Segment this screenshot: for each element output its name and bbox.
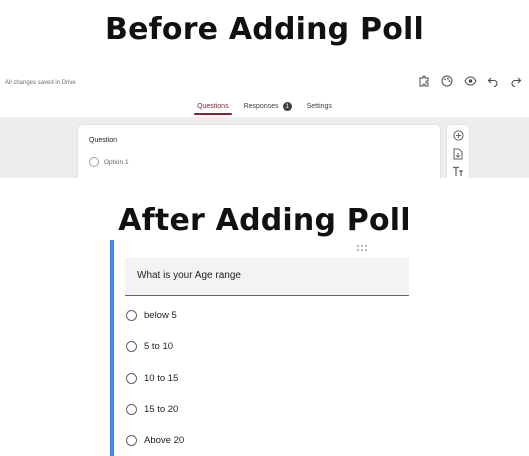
top-toolbar (417, 74, 523, 88)
tab-responses-label: Responses (243, 103, 279, 110)
side-toolbar (447, 125, 469, 178)
tab-settings-label: Settings (306, 103, 332, 110)
poll-option-label: Above 20 (144, 435, 185, 446)
option-label: Option 1 (104, 158, 129, 166)
before-heading: Before Adding Poll (105, 12, 424, 47)
radio-button[interactable] (126, 310, 137, 321)
tab-responses[interactable]: Responses 1 (241, 102, 295, 114)
undo-icon[interactable] (486, 74, 500, 88)
poll-option-label: 5 to 10 (144, 341, 174, 352)
drag-handle-icon[interactable] (357, 245, 369, 252)
add-title-icon[interactable] (452, 165, 464, 178)
active-question-accent (110, 240, 114, 456)
addon-icon[interactable] (417, 74, 431, 88)
add-question-icon[interactable] (452, 129, 464, 142)
tab-settings[interactable]: Settings (304, 102, 335, 114)
radio-button[interactable] (126, 404, 137, 415)
form-tabs: Questions Responses 1 Settings (0, 102, 529, 115)
question-card[interactable]: Question Option 1 (78, 125, 440, 178)
responses-count-badge: 1 (282, 102, 292, 111)
tab-questions[interactable]: Questions (194, 102, 232, 115)
poll-option: below 5 (126, 310, 177, 321)
poll-option: Above 20 (126, 435, 184, 446)
poll-option-label: 15 to 20 (144, 404, 179, 415)
before-screenshot: All changes saved in Drive Questions Res… (0, 66, 529, 178)
redo-icon[interactable] (509, 74, 523, 88)
question-label: Question (89, 137, 118, 144)
palette-icon[interactable] (440, 74, 454, 88)
after-heading: After Adding Poll (118, 203, 411, 238)
poll-option: 15 to 20 (126, 404, 178, 415)
import-questions-icon[interactable] (452, 147, 464, 160)
option-row: Option 1 (89, 157, 129, 167)
question-title-text: What is your Age range (137, 270, 241, 281)
poll-option-label: 10 to 15 (144, 373, 179, 384)
save-status: All changes saved in Drive (5, 80, 76, 86)
question-title-input[interactable]: What is your Age range (125, 258, 409, 296)
radio-button[interactable] (126, 373, 137, 384)
radio-button[interactable] (89, 157, 99, 167)
radio-button[interactable] (126, 435, 137, 446)
radio-button[interactable] (126, 341, 137, 352)
poll-option-label: below 5 (144, 310, 177, 321)
tab-questions-label: Questions (197, 103, 229, 110)
after-screenshot: What is your Age range below 5 5 to 10 1… (110, 240, 414, 456)
preview-eye-icon[interactable] (463, 74, 477, 88)
poll-option: 10 to 15 (126, 373, 178, 384)
poll-option: 5 to 10 (126, 341, 173, 352)
